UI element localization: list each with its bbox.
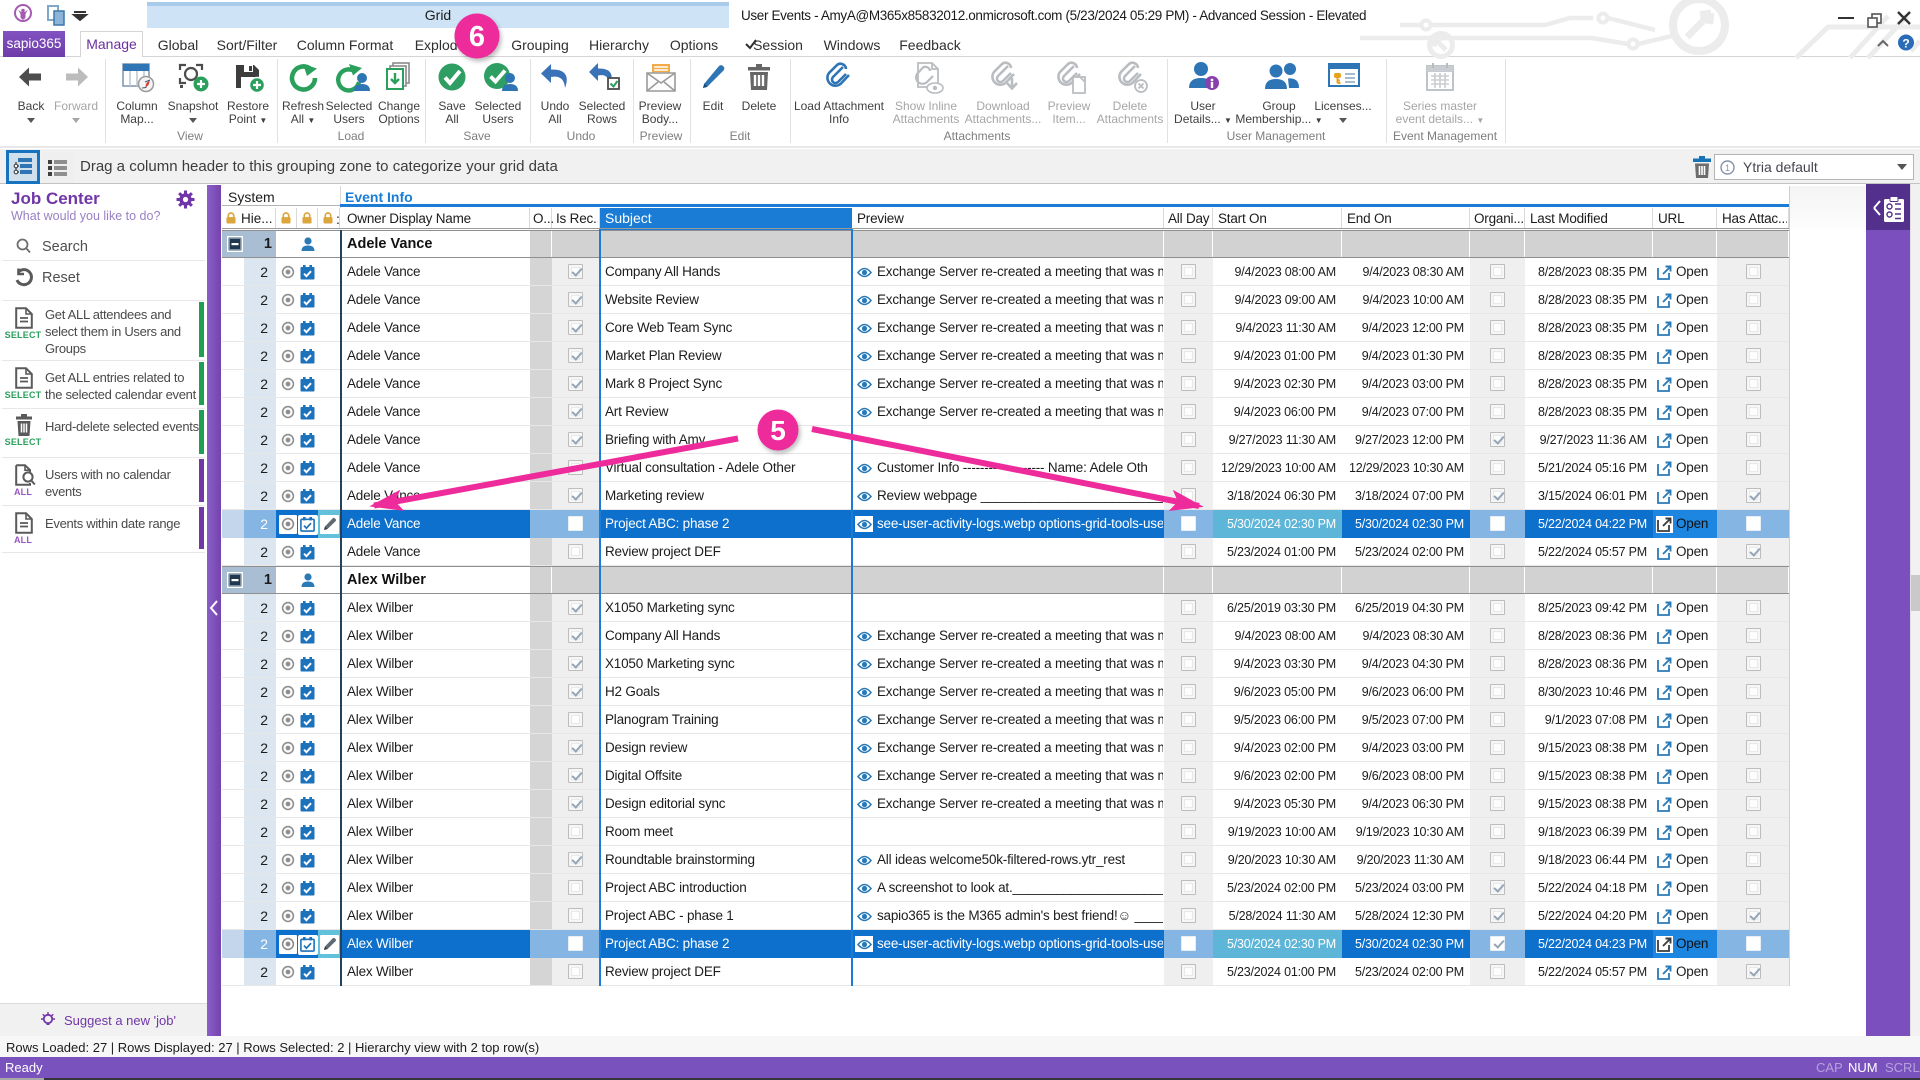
svg-text:5: 5 [770,415,786,446]
svg-text:6: 6 [469,21,485,53]
